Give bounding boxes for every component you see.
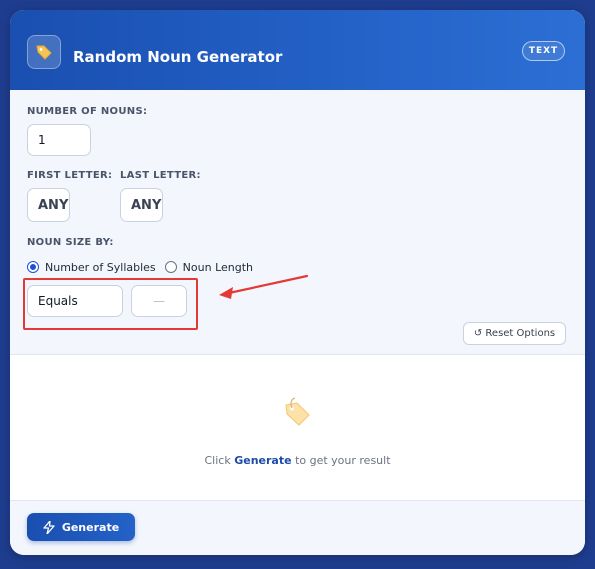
length-radio[interactable] [164,261,177,273]
card-header: Random Noun Generator TEXT [10,10,585,90]
noun-size-label: NOUN SIZE BY: [27,237,114,248]
generate-button-label: Generate [61,520,120,534]
result-placeholder-text: Click Generate to get your result [10,454,585,467]
reset-options-button[interactable]: ↺ Reset Options [463,322,566,345]
generator-card: Random Noun Generator TEXT NUMBER OF NOU… [10,10,585,555]
page-title: Random Noun Generator [73,48,283,66]
type-badge[interactable]: TEXT [522,41,565,61]
tag-icon [27,35,61,69]
result-suffix: to get your result [295,454,391,467]
syllables-radio-label[interactable]: Number of Syllables [45,261,156,274]
first-letter-select[interactable]: ANY [27,188,70,222]
highlight-box [23,278,198,330]
last-letter-label: LAST LETTER: [120,170,201,181]
lightning-icon [43,520,55,534]
first-letter-label: FIRST LETTER: [27,170,113,181]
generate-button[interactable]: Generate [27,513,135,541]
number-of-nouns-label: NUMBER OF NOUNS: [27,106,148,117]
tag-icon [278,395,314,435]
result-generate-link[interactable]: Generate [234,454,291,467]
number-of-nouns-input[interactable]: 1 [27,124,91,156]
syllables-radio[interactable] [27,261,39,273]
result-prefix: Click [204,454,231,467]
last-letter-select[interactable]: ANY [120,188,163,222]
arrow-annotation [219,274,309,299]
